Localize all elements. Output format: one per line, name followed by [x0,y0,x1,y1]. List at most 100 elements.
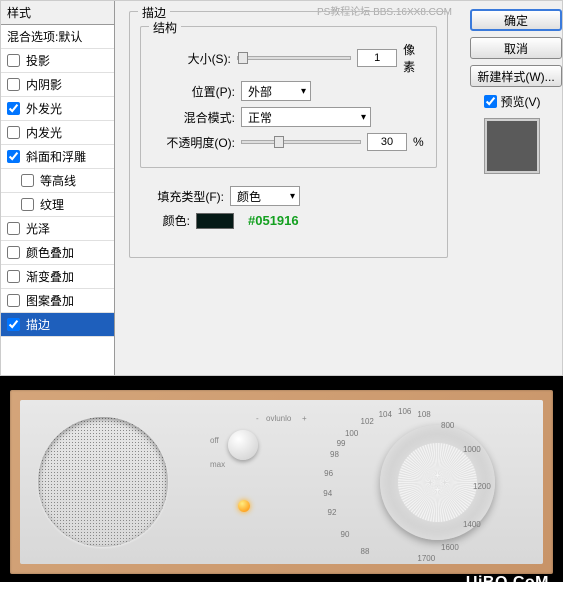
brand-label: ovlunlo [266,414,291,423]
ok-button[interactable]: 确定 [470,9,562,31]
size-input[interactable] [357,49,397,67]
blend-dropdown[interactable]: 正常 [241,107,371,127]
structure-title: 结构 [149,19,181,36]
position-label: 位置(P): [151,83,235,100]
style-label: 纹理 [40,196,64,213]
style-label: 等高线 [40,172,76,189]
style-label: 投影 [26,52,50,69]
freq-tick: 1600 [441,543,459,552]
freq-tick: 1400 [463,520,481,529]
stroke-fieldset: 描边 结构 大小(S): 像素 位置(P): 外部 混合模式: 正常 [129,11,448,258]
position-dropdown[interactable]: 外部 [241,81,311,101]
freq-tick: 98 [330,450,339,459]
freq-tick: 94 [323,489,332,498]
max-label: max [210,460,225,469]
freq-tick: 108 [417,410,430,419]
style-label: 图案叠加 [26,292,74,309]
opacity-label: 不透明度(O): [151,134,235,151]
color-label: 颜色: [140,212,190,229]
freq-tick: 100 [345,429,358,438]
style-checkbox[interactable] [21,198,34,211]
style-item-5[interactable]: 等高线 [1,169,114,193]
radio-illustration: ovlunlo - + off max 88 90 92 94 96 98 99100102… [0,376,563,582]
style-label: 描边 [26,316,50,333]
cancel-button[interactable]: 取消 [470,37,562,59]
size-label: 大小(S): [151,50,231,67]
style-checkbox[interactable] [7,222,20,235]
style-checkbox[interactable] [7,78,20,91]
fill-type-dropdown[interactable]: 颜色 [230,186,300,206]
style-checkbox[interactable] [7,246,20,259]
minus-label: - [256,414,259,423]
style-label: 内阴影 [26,76,62,93]
style-label: 外发光 [26,100,62,117]
style-checkbox[interactable] [7,150,20,163]
preview-checkbox[interactable] [484,95,497,108]
style-checkbox[interactable] [7,294,20,307]
freq-tick: 90 [341,530,350,539]
speaker-grille [38,417,168,547]
styles-header: 样式 [1,1,114,25]
freq-tick: 88 [361,547,370,556]
style-item-9[interactable]: 渐变叠加 [1,265,114,289]
style-item-1[interactable]: 内阴影 [1,73,114,97]
freq-tick: 1000 [463,445,481,454]
layer-style-dialog: PS教程论坛 BBS.16XX8.COM 样式 混合选项:默认 投影内阴影外发光… [0,0,563,376]
size-slider[interactable] [237,56,351,60]
opacity-unit: % [413,135,424,149]
style-checkbox[interactable] [7,318,20,331]
structure-fieldset: 结构 大小(S): 像素 位置(P): 外部 混合模式: 正常 不透明度(O): [140,26,437,168]
style-checkbox[interactable] [7,102,20,115]
style-label: 内发光 [26,124,62,141]
style-item-4[interactable]: 斜面和浮雕 [1,145,114,169]
opacity-slider[interactable] [241,140,361,144]
freq-tick: 800 [441,421,454,430]
blend-options[interactable]: 混合选项:默认 [1,25,114,49]
color-hex: #051916 [248,213,299,228]
radio-frame: ovlunlo - + off max 88 90 92 94 96 98 99100102… [10,390,553,574]
freq-tick: 106 [398,407,411,416]
style-item-2[interactable]: 外发光 [1,97,114,121]
style-checkbox[interactable] [7,270,20,283]
fill-type-label: 填充类型(F): [140,188,224,205]
style-checkbox[interactable] [21,174,34,187]
led-indicator [238,500,250,512]
style-item-10[interactable]: 图案叠加 [1,289,114,313]
style-label: 渐变叠加 [26,268,74,285]
freq-tick: 99 [337,439,346,448]
freq-tick: 1700 [417,554,435,563]
style-checkbox[interactable] [7,54,20,67]
new-style-button[interactable]: 新建样式(W)... [470,65,562,87]
style-item-8[interactable]: 颜色叠加 [1,241,114,265]
preview-check-row[interactable]: 预览(V) [470,93,554,110]
blend-label: 混合模式: [151,109,235,126]
main-panel: 描边 结构 大小(S): 像素 位置(P): 外部 混合模式: 正常 [115,1,462,375]
radio-body: ovlunlo - + off max 88 90 92 94 96 98 99100102… [20,400,543,564]
plus-label: + [302,414,307,423]
style-label: 斜面和浮雕 [26,148,86,165]
freq-tick: 92 [328,508,337,517]
size-unit: 像素 [403,41,426,75]
right-panel: 确定 取消 新建样式(W)... 预览(V) [462,1,562,375]
controls-area: ovlunlo - + off max 88 90 92 94 96 98 99100102… [168,400,525,564]
style-label: 颜色叠加 [26,244,74,261]
fill-fieldset: 填充类型(F): 颜色 颜色: #051916 [140,176,437,239]
opacity-input[interactable] [367,133,407,151]
style-label: 光泽 [26,220,50,237]
freq-tick: 96 [324,469,333,478]
freq-tick: 102 [361,417,374,426]
volume-knob [228,430,258,460]
style-item-0[interactable]: 投影 [1,49,114,73]
off-label: off [210,436,219,445]
style-checkbox[interactable] [7,126,20,139]
style-item-3[interactable]: 内发光 [1,121,114,145]
color-swatch[interactable] [196,213,234,229]
preview-box [484,118,540,174]
style-item-7[interactable]: 光泽 [1,217,114,241]
styles-panel: 样式 混合选项:默认 投影内阴影外发光内发光斜面和浮雕等高线纹理光泽颜色叠加渐变… [1,1,115,375]
freq-tick: 1200 [473,482,491,491]
credit: UiBQ.CoM [466,574,549,592]
freq-tick: 104 [379,410,392,419]
style-item-6[interactable]: 纹理 [1,193,114,217]
style-item-11[interactable]: 描边 [1,313,114,337]
